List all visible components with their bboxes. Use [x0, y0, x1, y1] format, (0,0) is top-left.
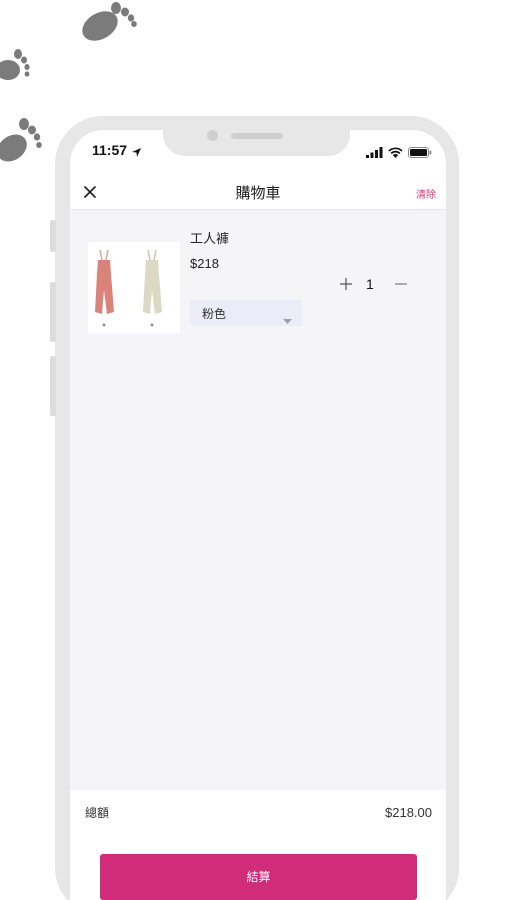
checkout-button[interactable]: 結算 — [100, 854, 417, 900]
total-label: 總額 — [85, 806, 110, 820]
page-title: 購物車 — [235, 184, 281, 202]
product-price: $218 — [190, 256, 219, 271]
checkout-button-label: 結算 — [246, 870, 271, 884]
camera-icon — [207, 130, 218, 141]
plus-icon — [340, 278, 352, 290]
phone-notch — [163, 116, 350, 156]
phone-side-button — [50, 356, 56, 416]
minus-icon — [395, 283, 407, 285]
speaker-grille — [231, 133, 283, 139]
nav-bar: 購物車 清除 — [70, 174, 446, 210]
color-select[interactable]: 粉色 — [190, 300, 302, 326]
signal-icon — [366, 143, 383, 162]
product-name: 工人褲 — [190, 232, 230, 247]
status-icons — [366, 143, 432, 162]
quantity-value: 1 — [366, 276, 374, 292]
battery-icon — [408, 143, 432, 162]
footprint-icon — [0, 46, 32, 86]
product-thumbnail[interactable] — [88, 242, 180, 333]
footprint-icon — [78, 0, 138, 44]
phone-side-button — [50, 282, 56, 342]
phone-screen: 11:57 購物車 清除 工人褲 $218 1 粉色 總額 $218.00 結算 — [70, 130, 446, 900]
status-time: 11:57 — [92, 142, 128, 158]
footprint-icon — [0, 114, 44, 168]
cart-item: 工人褲 $218 1 粉色 — [70, 210, 446, 340]
phone-side-button — [50, 220, 56, 252]
decrease-quantity-button[interactable] — [393, 276, 409, 292]
total-value: $218.00 — [385, 805, 432, 820]
clear-cart-button[interactable]: 清除 — [416, 186, 436, 201]
increase-quantity-button[interactable] — [338, 276, 354, 292]
location-arrow-icon — [131, 143, 142, 162]
wifi-icon — [388, 143, 403, 162]
cart-footer: 總額 $218.00 結算 — [70, 790, 446, 900]
chevron-down-icon — [283, 310, 292, 329]
color-select-value: 粉色 — [202, 307, 227, 321]
